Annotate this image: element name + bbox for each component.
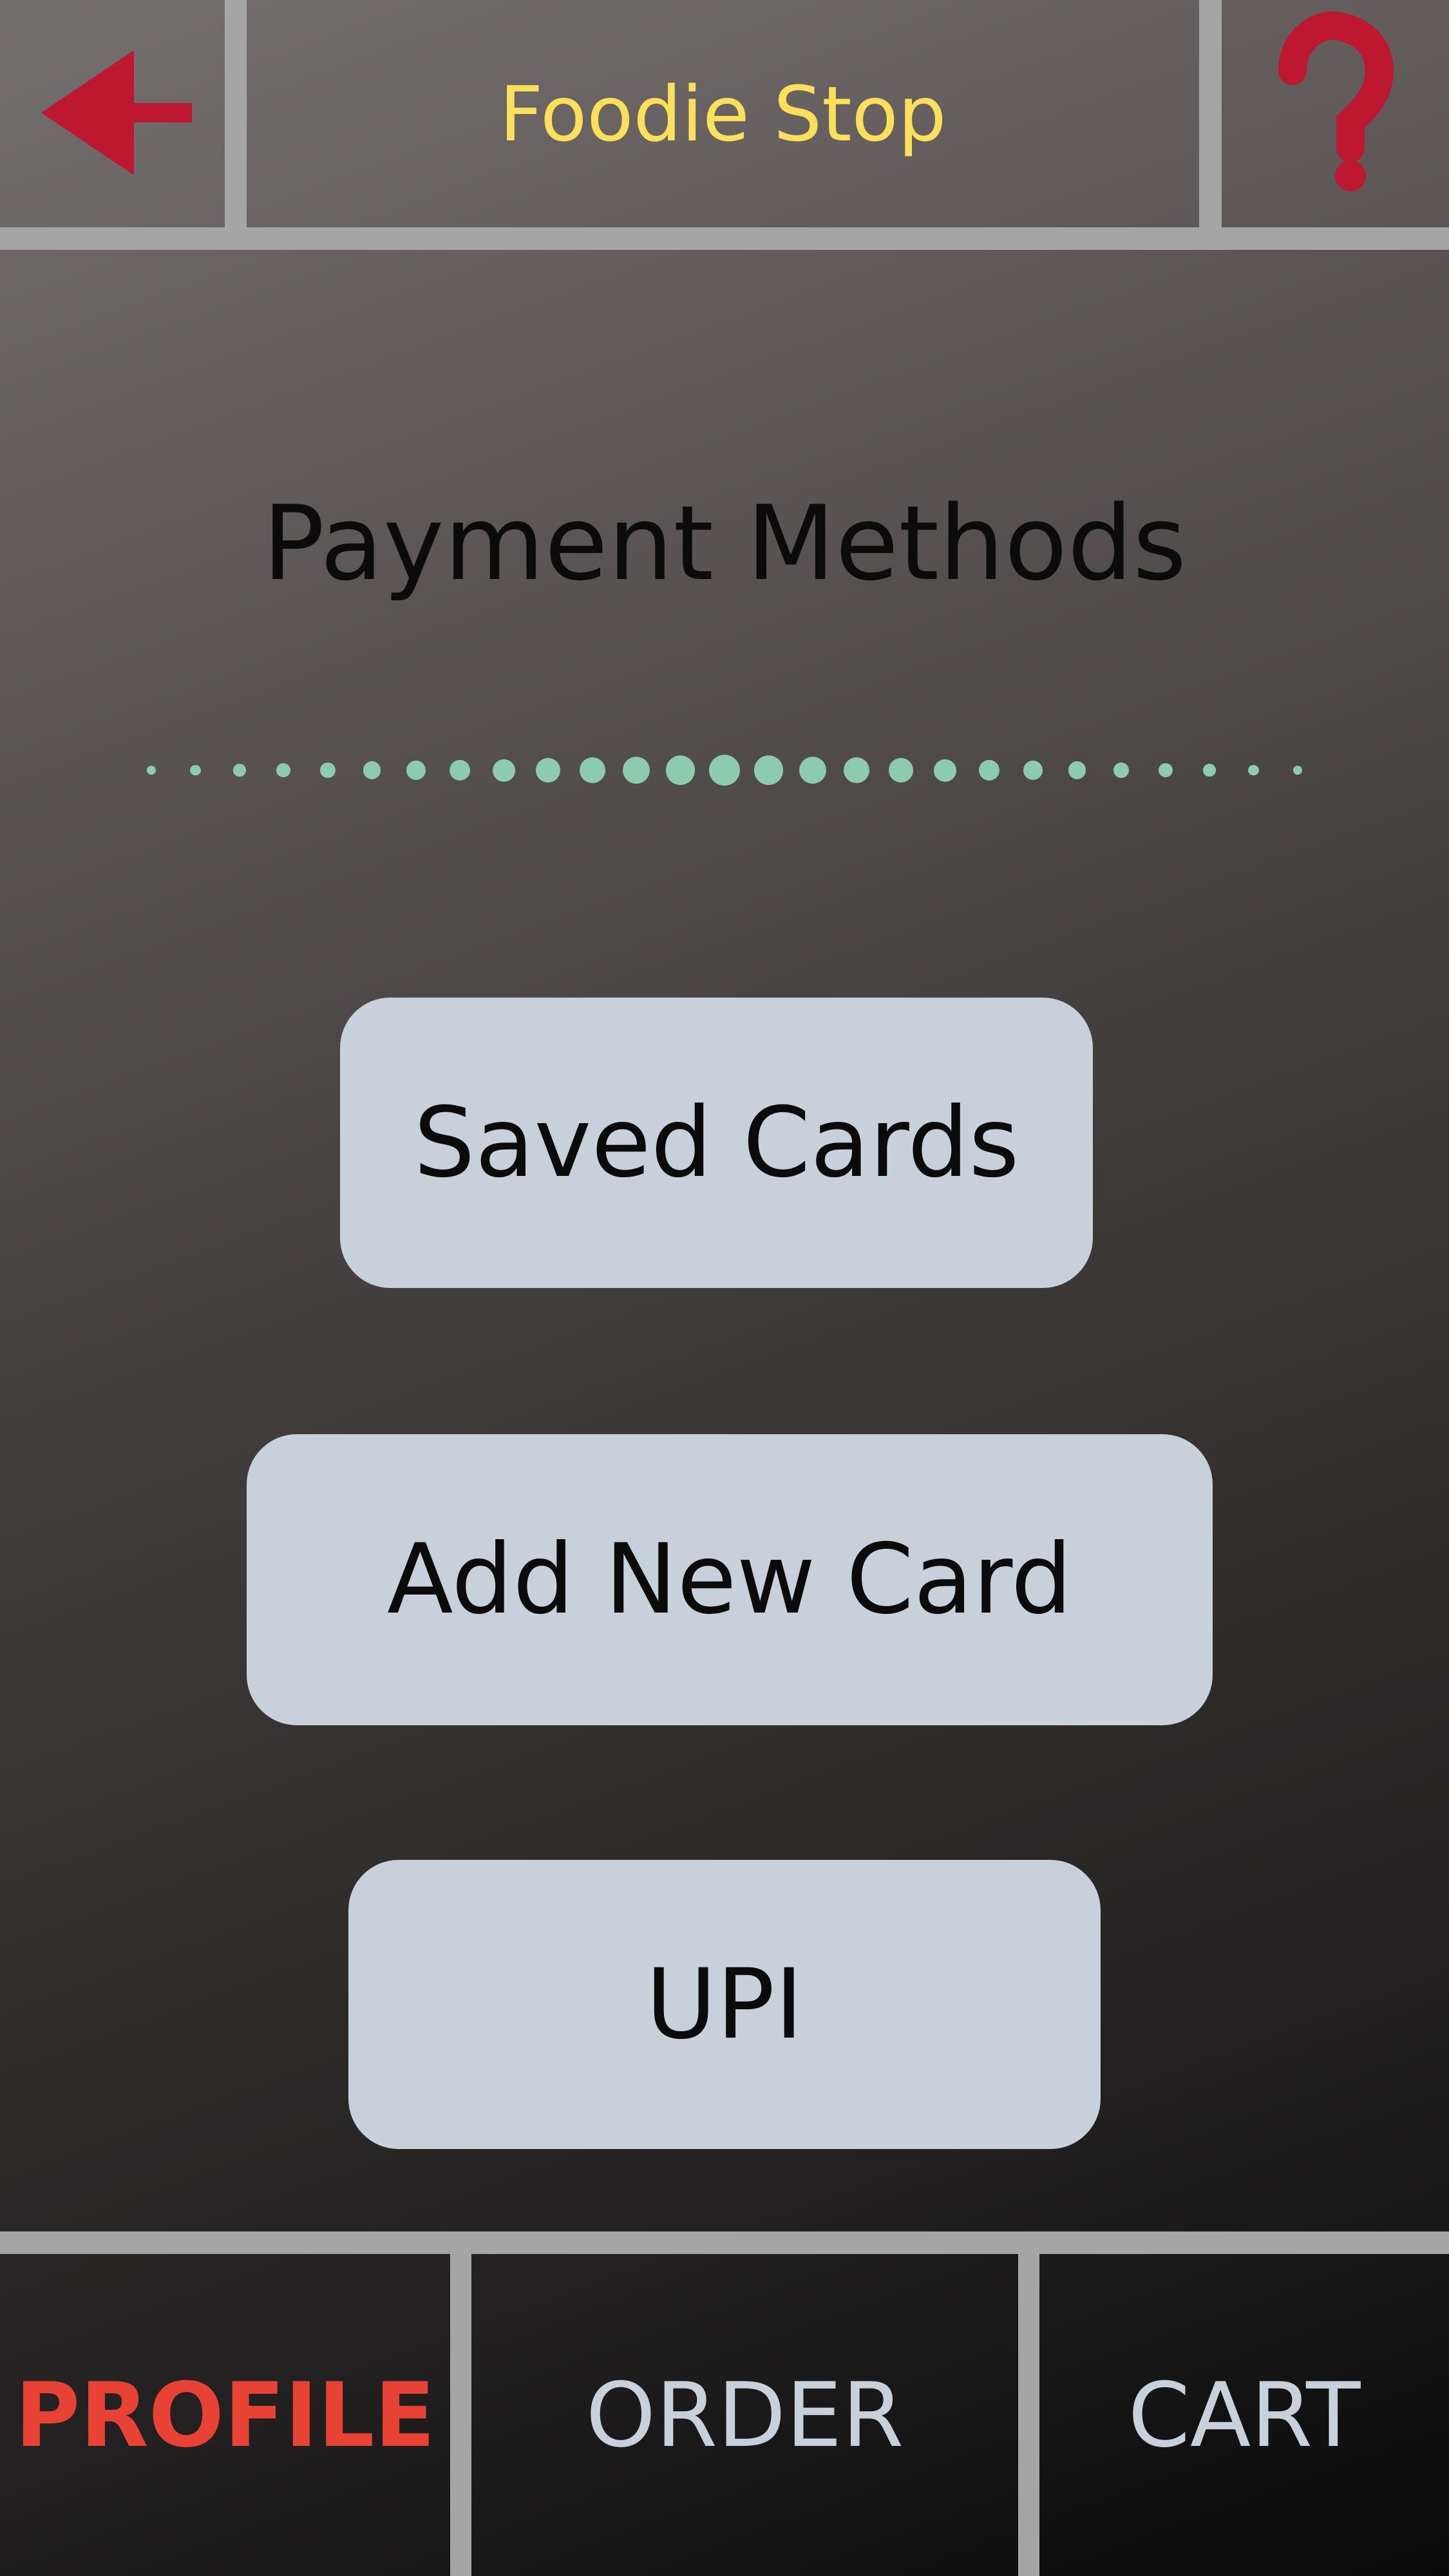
divider-dot [933, 759, 956, 782]
divider-dot [1068, 761, 1086, 779]
nav-top-border [0, 2231, 1449, 2254]
nav-profile[interactable]: PROFILE [0, 2254, 450, 2576]
divider-dot [622, 756, 650, 784]
divider-dot [1248, 764, 1259, 776]
upi-button[interactable]: UPI [348, 1860, 1101, 2149]
nav-divider-1 [450, 2248, 471, 2576]
divider-dot [844, 757, 870, 784]
divider-dot [190, 764, 201, 776]
divider-dot [319, 762, 336, 779]
header-bottom-border [0, 227, 1449, 250]
header-divider-right [1199, 0, 1222, 238]
divider-dot [753, 755, 784, 785]
app-title: Foodie Stop [499, 69, 947, 158]
divider-dot [536, 758, 560, 782]
divider-dot [146, 765, 156, 775]
divider-dot [978, 759, 999, 781]
back-button[interactable] [0, 0, 225, 227]
arrow-left-icon [41, 50, 192, 175]
divider-dot [709, 755, 740, 786]
divider-dot [579, 757, 605, 784]
divider-dot [1203, 764, 1216, 777]
divider-dot [1158, 763, 1173, 777]
divider-dot [665, 755, 696, 785]
divider-dot [799, 756, 827, 784]
add-new-card-button[interactable]: Add New Card [247, 1434, 1213, 1725]
help-button[interactable] [1222, 0, 1449, 227]
question-mark-icon [1278, 11, 1394, 191]
divider-dot [1023, 761, 1043, 780]
header-divider-left [225, 0, 247, 238]
nav-divider-2 [1018, 2248, 1039, 2576]
nav-cart[interactable]: CART [1039, 2254, 1449, 2576]
divider-dot [233, 764, 246, 777]
divider-dot [1293, 765, 1303, 775]
divider-dot [276, 763, 291, 777]
divider-dot [450, 759, 471, 781]
saved-cards-button[interactable]: Saved Cards [340, 998, 1093, 1288]
page-title: Payment Methods [262, 483, 1187, 603]
nav-order[interactable]: ORDER [471, 2254, 1018, 2576]
divider-dot [363, 761, 381, 779]
divider-dot [406, 761, 426, 780]
divider-dot [889, 758, 913, 782]
divider-dot [493, 759, 516, 782]
divider-dot [1113, 762, 1130, 779]
